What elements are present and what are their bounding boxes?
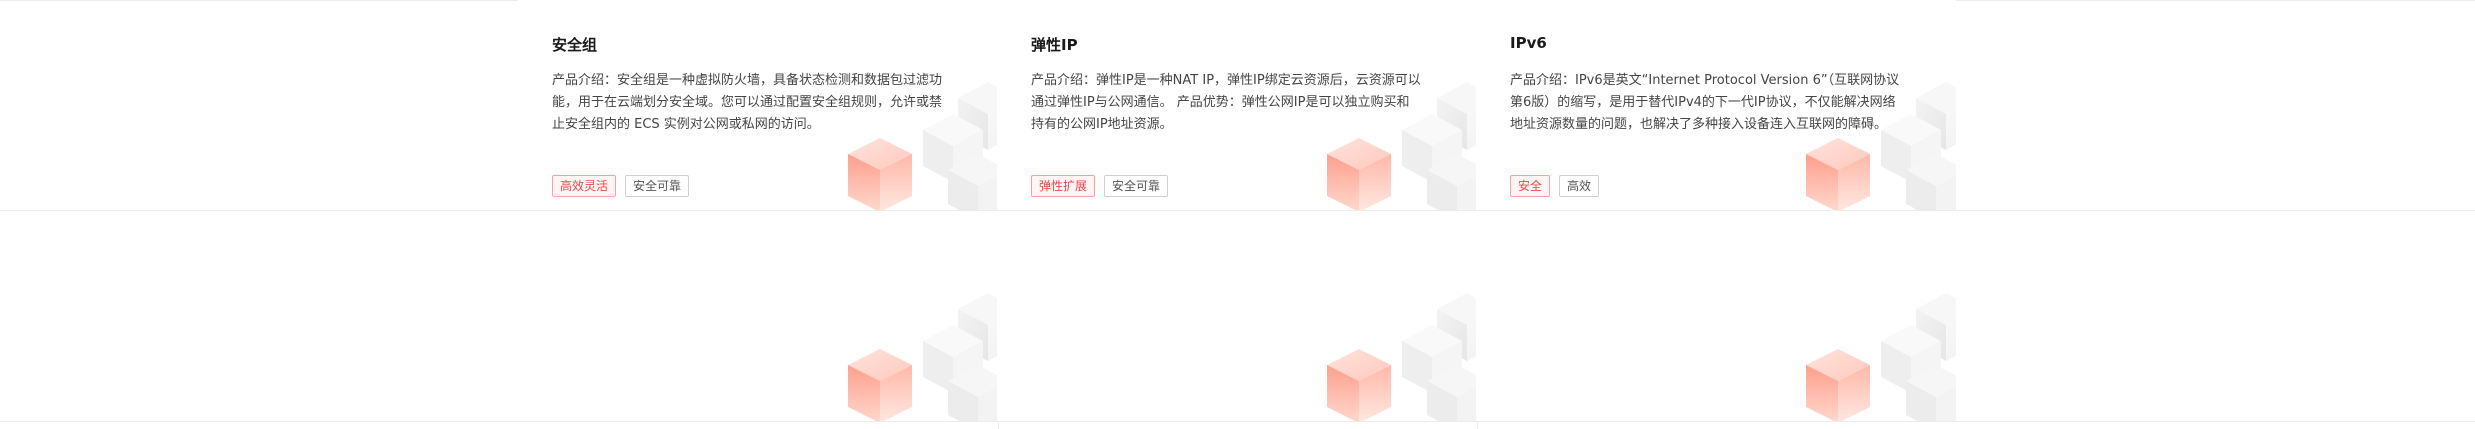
product-card-security-group[interactable]: 安全组 产品介绍：安全组是一种虚拟防火墙，具备状态检测和数据包过滤功能，用于在云… bbox=[518, 0, 998, 210]
tag: 安全可靠 bbox=[625, 175, 690, 197]
product-card-empty bbox=[518, 211, 998, 421]
tag: 高效 bbox=[1559, 175, 1600, 197]
tag-list: 高效灵活 安全可靠 bbox=[552, 175, 690, 197]
product-card-elastic-ip[interactable]: 弹性IP 产品介绍：弹性IP是一种NAT IP，弹性IP绑定云资源后，云资源可以… bbox=[997, 0, 1477, 210]
tag: 安全可靠 bbox=[1104, 175, 1169, 197]
cube-decoration-icon bbox=[1327, 291, 1477, 421]
tag: 高效灵活 bbox=[552, 175, 617, 197]
cube-decoration-icon bbox=[1327, 80, 1477, 210]
cube-decoration-icon bbox=[1806, 291, 1956, 421]
cube-decoration-icon bbox=[848, 80, 998, 210]
tag: 安全 bbox=[1510, 175, 1551, 197]
product-card-ipv6[interactable]: IPv6 产品介绍：IPv6是英文“Internet Protocol Vers… bbox=[1476, 0, 1956, 210]
tag-list: 安全 高效 bbox=[1510, 175, 1600, 197]
grid-line-bottom bbox=[0, 421, 2475, 422]
product-card-empty bbox=[1476, 211, 1956, 421]
product-card-empty bbox=[997, 211, 1477, 421]
card-title: IPv6 bbox=[1510, 34, 1547, 52]
tag: 弹性扩展 bbox=[1031, 175, 1096, 197]
cube-decoration-icon bbox=[848, 291, 998, 421]
cube-decoration-icon bbox=[1806, 80, 1956, 210]
tag-list: 弹性扩展 安全可靠 bbox=[1031, 175, 1169, 197]
card-title: 安全组 bbox=[552, 36, 598, 54]
card-title: 弹性IP bbox=[1031, 36, 1078, 54]
